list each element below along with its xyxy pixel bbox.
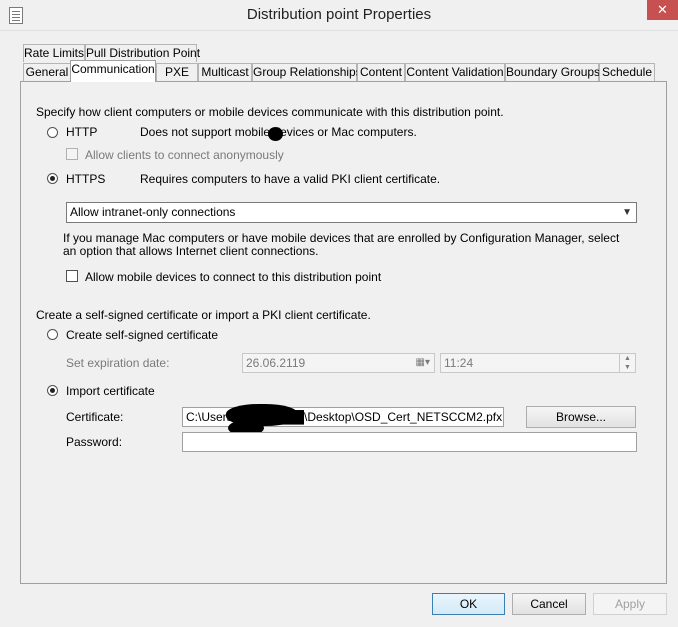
tab-group-relationships[interactable]: Group Relationships (252, 63, 362, 81)
spin-down-icon[interactable]: ▼ (620, 363, 635, 372)
expiration-time-value: 11:24 (444, 356, 474, 370)
ok-button[interactable]: OK (432, 593, 505, 615)
apply-button[interactable]: Apply (593, 593, 667, 615)
import-certificate-radio[interactable] (47, 385, 58, 396)
expiration-date-field[interactable]: 26.06.2119 ▦▾ (242, 353, 435, 373)
allow-mobile-label: Allow mobile devices to connect to this … (85, 270, 382, 284)
tab-communication[interactable]: Communication (70, 60, 156, 82)
tab-multicast[interactable]: Multicast (198, 63, 252, 81)
mac-devices-note: If you manage Mac computers or have mobi… (63, 231, 620, 258)
allow-anonymous-label: Allow clients to connect anonymously (85, 148, 284, 162)
communication-intro: Specify how client computers or mobile d… (36, 105, 504, 119)
http-label: HTTP (66, 125, 98, 139)
expiration-date-value: 26.06.2119 (246, 356, 306, 370)
expiration-time-field[interactable]: 11:24 ▲ ▼ (440, 353, 636, 373)
tab-general[interactable]: General (23, 63, 71, 81)
https-description: Requires computers to have a valid PKI c… (140, 172, 441, 186)
allow-anonymous-checkbox[interactable] (66, 148, 78, 160)
self-signed-radio[interactable] (47, 329, 58, 340)
redaction-mark (268, 127, 283, 141)
cancel-button[interactable]: Cancel (512, 593, 586, 615)
https-radio[interactable] (47, 173, 58, 184)
chevron-down-icon: ▼ (622, 207, 632, 218)
time-spinner[interactable]: ▲ ▼ (619, 354, 635, 372)
tab-boundary-groups[interactable]: Boundary Groups (505, 63, 600, 81)
import-certificate-label: Import certificate (66, 384, 155, 398)
connection-type-select[interactable]: Allow intranet-only connections ▼ (66, 202, 637, 223)
allow-mobile-checkbox[interactable] (66, 270, 78, 282)
certificate-intro: Create a self-signed certificate or impo… (36, 308, 371, 322)
password-field[interactable] (182, 432, 637, 452)
browse-button[interactable]: Browse... (526, 406, 636, 428)
http-radio[interactable] (47, 127, 58, 138)
tab-content-validation[interactable]: Content Validation (405, 63, 505, 81)
https-label: HTTPS (66, 172, 106, 186)
password-label: Password: (66, 435, 123, 449)
self-signed-label: Create self-signed certificate (66, 328, 219, 342)
certificate-label: Certificate: (66, 410, 124, 424)
expiration-label: Set expiration date: (66, 356, 170, 370)
close-button[interactable]: ✕ (647, 0, 678, 20)
tab-content[interactable]: Content (357, 63, 405, 81)
tab-pxe[interactable]: PXE (156, 63, 198, 81)
connection-type-value: Allow intranet-only connections (70, 205, 236, 219)
calendar-dropdown-icon[interactable]: ▦▾ (416, 354, 430, 372)
spin-up-icon[interactable]: ▲ (620, 354, 635, 363)
tab-schedule[interactable]: Schedule (599, 63, 655, 81)
window-title: Distribution point Properties (246, 6, 432, 23)
